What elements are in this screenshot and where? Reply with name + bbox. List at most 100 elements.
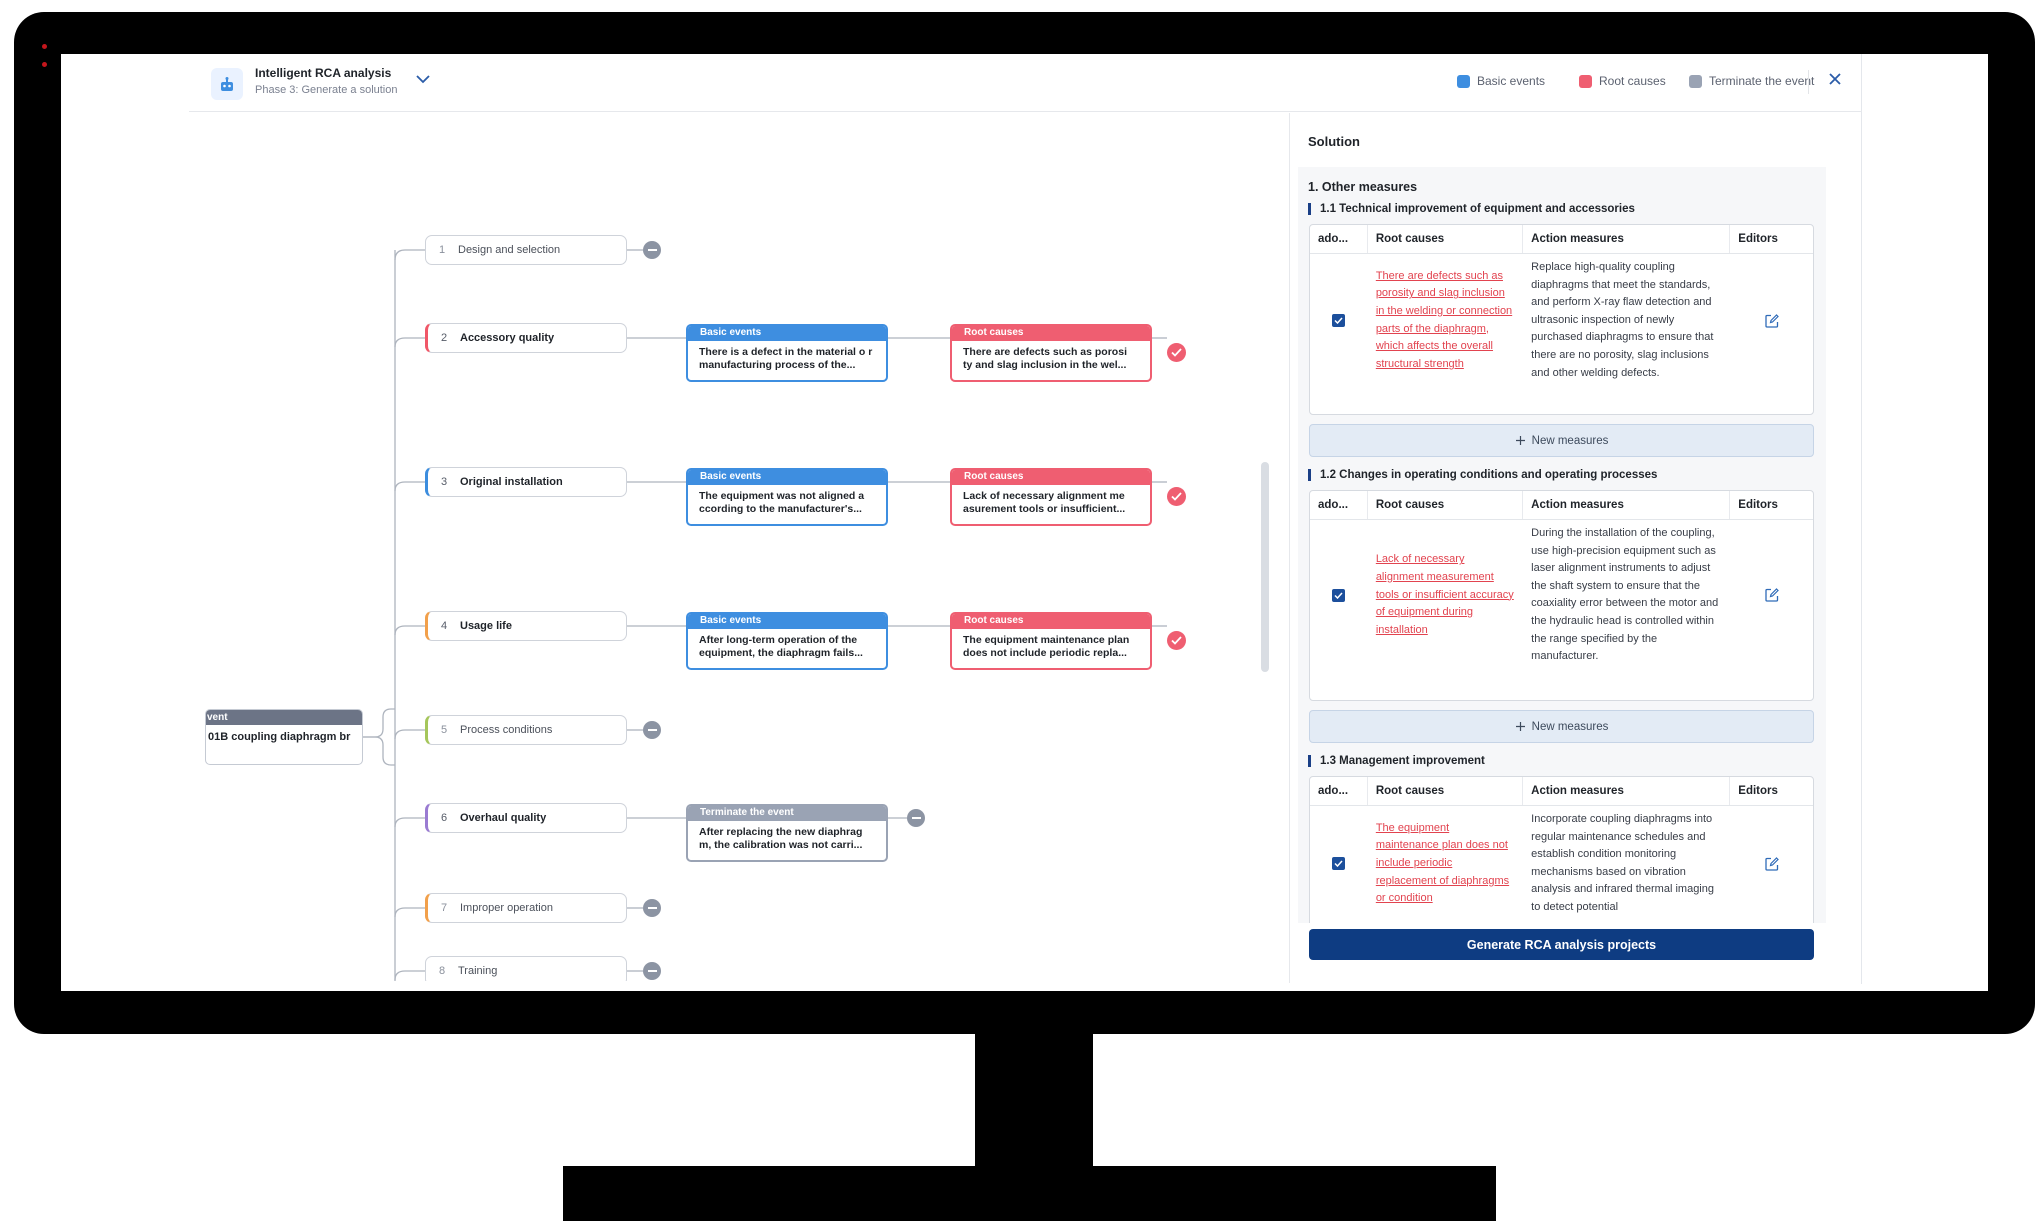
divider xyxy=(1808,70,1809,94)
measures-table: ado... Root causes Action measures Edito… xyxy=(1309,224,1814,415)
action-cell: During the installation of the coupling,… xyxy=(1523,520,1730,671)
chevron-down-icon[interactable] xyxy=(415,74,431,84)
category-number: 7 xyxy=(440,902,448,914)
top-event-text: 01B coupling diaphragm br xyxy=(208,731,351,743)
event-text: There are defects such as porosi ty and … xyxy=(963,346,1127,371)
event-text: After long-term operation of the equipme… xyxy=(699,634,863,659)
category-node-usage[interactable]: 4 Usage life xyxy=(425,611,627,641)
new-measures-button[interactable]: New measures xyxy=(1309,710,1814,743)
category-node-overhaul[interactable]: 6 Overhaul quality xyxy=(425,803,627,833)
table-header: ado... Root causes Action measures Edito… xyxy=(1310,491,1813,520)
category-label: Process conditions xyxy=(460,724,553,736)
category-number: 2 xyxy=(440,332,448,344)
check-circle-icon[interactable] xyxy=(1167,487,1186,506)
column-header: Editors xyxy=(1738,785,1778,797)
category-number: 6 xyxy=(440,812,448,824)
column-header: Action measures xyxy=(1523,225,1731,253)
root-cause-link[interactable]: Lack of necessary alignment measurement … xyxy=(1376,551,1515,639)
table-row: There are defects such as porosity and s… xyxy=(1310,254,1813,387)
phase-subtitle: Phase 3: Generate a solution xyxy=(255,84,398,96)
table-row: Lack of necessary alignment measurement … xyxy=(1310,520,1813,671)
column-header: Action measures xyxy=(1523,491,1731,519)
top-event-node[interactable]: vent 01B coupling diaphragm br xyxy=(205,709,363,765)
category-node-process[interactable]: 5 Process conditions xyxy=(425,715,627,745)
legend-swatch xyxy=(1689,74,1702,88)
adopt-cell xyxy=(1310,520,1368,671)
category-label: Overhaul quality xyxy=(460,812,547,824)
editor-cell xyxy=(1730,254,1813,387)
robot-icon xyxy=(211,68,243,100)
adopt-checkbox[interactable] xyxy=(1332,857,1346,871)
subsection-title: 1.3 Management improvement xyxy=(1308,755,1485,767)
root-cause-cell: Lack of necessary alignment measurement … xyxy=(1368,520,1523,671)
legend-terminate-event: Terminate the event xyxy=(1689,74,1814,88)
category-label: Design and selection xyxy=(458,244,561,256)
event-type-label: Basic events xyxy=(688,326,886,341)
category-node-accessory[interactable]: 2 Accessory quality xyxy=(425,323,627,353)
basic-event-node[interactable]: Basic events After long-term operation o… xyxy=(686,612,888,670)
category-label: Improper operation xyxy=(460,902,553,914)
event-type-label: Basic events xyxy=(688,614,886,629)
category-node-installation[interactable]: 3 Original installation xyxy=(425,467,627,497)
collapse-icon[interactable] xyxy=(643,899,661,917)
legend-swatch xyxy=(1579,74,1592,88)
terminate-event-node[interactable]: Terminate the event After replacing the … xyxy=(686,804,888,862)
category-node-design[interactable]: 1 Design and selection xyxy=(425,235,627,265)
plus-icon xyxy=(1515,722,1525,731)
event-type-label: Root causes xyxy=(952,470,1150,485)
root-cause-link[interactable]: There are defects such as porosity and s… xyxy=(1376,268,1515,374)
column-header[interactable]: ado... xyxy=(1310,225,1368,253)
collapse-icon[interactable] xyxy=(643,962,661,980)
column-header: Editors xyxy=(1738,499,1778,511)
indicator-light xyxy=(42,44,47,49)
category-number: 8 xyxy=(438,965,446,977)
collapse-icon[interactable] xyxy=(643,241,661,259)
app-title: Intelligent RCA analysis xyxy=(255,66,392,80)
vertical-scrollbar[interactable] xyxy=(1261,462,1269,672)
column-header: Action measures xyxy=(1523,777,1731,805)
column-header[interactable]: ado... xyxy=(1310,777,1368,805)
monitor-stand-neck xyxy=(975,1032,1093,1170)
adopt-checkbox[interactable] xyxy=(1332,588,1346,602)
collapse-icon[interactable] xyxy=(643,721,661,739)
root-cause-link[interactable]: The equipment maintenance plan does not … xyxy=(1376,820,1515,908)
action-cell: Incorporate coupling diaphragms into reg… xyxy=(1523,806,1730,922)
root-cause-node[interactable]: Root causes The equipment maintenance pl… xyxy=(950,612,1152,670)
event-type-label: Root causes xyxy=(952,326,1150,341)
adopt-cell xyxy=(1310,806,1368,922)
button-label: New measures xyxy=(1531,720,1609,733)
panel-title: Solution xyxy=(1308,134,1360,149)
root-cause-node[interactable]: Root causes There are defects such as po… xyxy=(950,324,1152,382)
category-number: 3 xyxy=(440,476,448,488)
check-circle-icon[interactable] xyxy=(1167,631,1186,650)
editor-cell xyxy=(1730,520,1813,671)
root-cause-cell: The equipment maintenance plan does not … xyxy=(1368,806,1523,922)
fault-tree-canvas[interactable]: vent 01B coupling diaphragm br 1 Design … xyxy=(189,113,1287,981)
action-measure-text: Replace high-quality coupling diaphragms… xyxy=(1531,261,1714,379)
edit-icon[interactable] xyxy=(1764,313,1779,328)
event-type-label: Basic events xyxy=(688,470,886,485)
category-node-training[interactable]: 8 Training xyxy=(425,956,627,981)
measures-table: ado... Root causes Action measures Edito… xyxy=(1309,776,1814,923)
close-icon[interactable] xyxy=(1827,71,1843,87)
subsection-title: 1.1 Technical improvement of equipment a… xyxy=(1308,203,1635,215)
check-circle-icon[interactable] xyxy=(1167,343,1186,362)
top-event-header: vent xyxy=(206,710,362,725)
collapse-icon[interactable] xyxy=(907,809,925,827)
event-type-label: Root causes xyxy=(952,614,1150,629)
subsection-title: 1.2 Changes in operating conditions and … xyxy=(1308,469,1657,481)
category-label: Accessory quality xyxy=(460,332,555,344)
basic-event-node[interactable]: Basic events There is a defect in the ma… xyxy=(686,324,888,382)
root-cause-node[interactable]: Root causes Lack of necessary alignment … xyxy=(950,468,1152,526)
basic-event-node[interactable]: Basic events The equipment was not align… xyxy=(686,468,888,526)
legend-label: Root causes xyxy=(1599,74,1666,88)
edit-icon[interactable] xyxy=(1764,588,1779,603)
solution-list[interactable]: 1. Other measures 1.1 Technical improvem… xyxy=(1298,167,1826,923)
adopt-cell xyxy=(1310,254,1368,387)
edit-icon[interactable] xyxy=(1764,856,1779,871)
column-header[interactable]: ado... xyxy=(1310,491,1368,519)
generate-rca-button[interactable]: Generate RCA analysis projects xyxy=(1309,929,1814,960)
category-node-operation[interactable]: 7 Improper operation xyxy=(425,893,627,923)
adopt-checkbox[interactable] xyxy=(1332,314,1346,328)
new-measures-button[interactable]: New measures xyxy=(1309,424,1814,457)
